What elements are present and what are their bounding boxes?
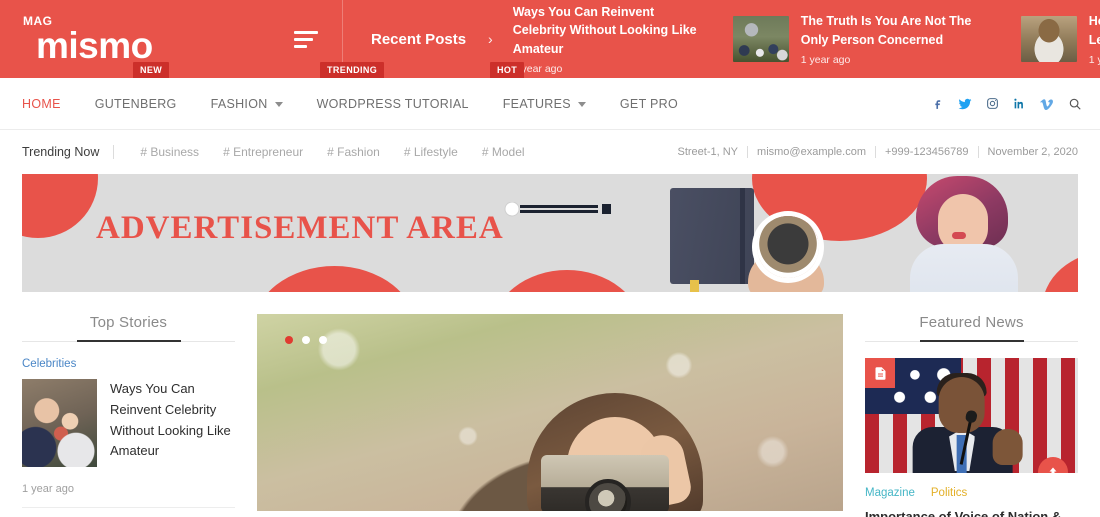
meta-email[interactable]: mismo@example.com	[747, 146, 875, 158]
featured-news-title: Featured News	[919, 314, 1024, 331]
advertisement-banner[interactable]: ADVERTISEMENT AREA	[22, 174, 1078, 292]
slider-dot-2[interactable]	[302, 336, 310, 344]
featured-news-categories: Magazine Politics	[865, 487, 1078, 499]
nav-badge-new: NEW	[133, 62, 170, 83]
notebook-illustration	[670, 188, 754, 292]
nav-item-fashion[interactable]: FASHION	[194, 97, 300, 111]
facebook-icon[interactable]	[931, 97, 944, 110]
story-category[interactable]: Celebrities	[22, 358, 235, 370]
nav-item-label: GUTENBERG	[94, 96, 177, 111]
top-stories-column: Top Stories Celebrities Ways You Can Rei…	[22, 314, 235, 517]
story-time: 1 year ago	[22, 483, 235, 508]
ad-decor-circle	[22, 174, 98, 238]
slider-dot-3[interactable]	[319, 336, 327, 344]
ticker-item-title: How I Improve… In One Easy Le…	[1088, 14, 1100, 47]
speaker-photo	[909, 373, 1024, 473]
list-item[interactable]: Celebrities Ways You Can Reinvent Celebr…	[22, 358, 235, 508]
logo-main-text: mismo	[36, 24, 153, 66]
trending-tag-fashion[interactable]: # Fashion	[315, 145, 392, 159]
social-links	[931, 97, 1082, 111]
ticker-item[interactable]: The Truth Is You Are Not The Only Person…	[732, 0, 1021, 78]
meta-phone: +999-123456789	[875, 146, 978, 158]
ad-decor-circle	[1042, 252, 1078, 292]
category-politics[interactable]: Politics	[931, 487, 967, 499]
ticker-item[interactable]: Ways You Can Reinvent Celebrity Without …	[513, 0, 733, 78]
nav-item-label: WORDPRESS TUTORIAL	[316, 96, 469, 111]
featured-news-header: Featured News	[865, 314, 1078, 342]
model-photo	[908, 174, 1020, 292]
nav-item-wordpress-tutorial[interactable]: WORDPRESS TUTORIAL	[300, 97, 486, 111]
trending-tag-model[interactable]: # Model	[470, 145, 537, 159]
hamburger-icon[interactable]	[294, 30, 318, 48]
nav-items: HOME GUTENBERG FASHION WORDPRESS TUTORIA…	[22, 97, 695, 111]
top-stories-list: Celebrities Ways You Can Reinvent Celebr…	[22, 358, 235, 508]
trending-tag-lifestyle[interactable]: # Lifestyle	[392, 145, 470, 159]
vimeo-icon[interactable]	[1040, 97, 1054, 111]
header-meta-info: Street-1, NY mismo@example.com +999-1234…	[669, 146, 1078, 158]
top-stories-title: Top Stories	[89, 314, 168, 331]
story-title[interactable]: Ways You Can Reinvent Celebrity Without …	[110, 379, 235, 467]
ticker-item-time: 1 year ago	[800, 53, 851, 66]
chevron-down-icon	[274, 102, 283, 107]
pen-icon	[502, 201, 622, 218]
recent-posts-label: Recent Posts ›	[343, 31, 513, 48]
recent-posts-ticker: Ways You Can Reinvent Celebrity Without …	[513, 0, 1100, 78]
story-thumbnail	[22, 379, 97, 467]
nav-item-home[interactable]: HOME	[22, 97, 78, 111]
ad-decor-circle	[252, 266, 417, 292]
meta-address: Street-1, NY	[677, 146, 739, 158]
linkedin-icon[interactable]	[1013, 97, 1026, 110]
trending-now-label: Trending Now	[22, 145, 115, 159]
advertisement-title: ADVERTISEMENT AREA	[96, 210, 504, 246]
trending-tags: # Business # Entrepreneur # Fashion # Li…	[128, 145, 536, 159]
featured-news-column: Featured News Magazine Politics Importan…	[865, 314, 1078, 517]
trending-tag-entrepreneur[interactable]: # Entrepreneur	[211, 145, 315, 159]
hero-slider[interactable]	[257, 314, 843, 511]
ticker-item-time: 1 year ago	[512, 62, 563, 75]
nav-item-label: HOME	[22, 96, 61, 111]
ticker-thumbnail	[732, 16, 789, 62]
slider-dots	[285, 336, 327, 344]
nav-item-get-pro[interactable]: GET PRO	[603, 97, 695, 111]
featured-news-item[interactable]: Magazine Politics Importance of Voice of…	[865, 358, 1078, 517]
meta-date: November 2, 2020	[977, 146, 1078, 158]
nav-item-gutenberg[interactable]: GUTENBERG	[78, 97, 194, 111]
ticker-item-title: The Truth Is You Are Not The Only Person…	[800, 14, 972, 47]
featured-slider-column	[257, 314, 843, 517]
ad-decor-circle	[492, 270, 642, 292]
scroll-to-top-button[interactable]	[1038, 457, 1068, 473]
ticker-item-time: 1 year ago	[1088, 53, 1100, 66]
twitter-icon[interactable]	[958, 97, 972, 111]
featured-news-headline[interactable]: Importance of Voice of Nation & Voice Of	[865, 507, 1078, 517]
main-navigation: NEW TRENDING HOT HOME GUTENBERG FASHION …	[0, 62, 1100, 130]
top-stories-header: Top Stories	[22, 314, 235, 342]
nav-item-label: GET PRO	[619, 96, 679, 111]
ticker-item[interactable]: How I Improve… In One Easy Le… 1 year ag…	[1020, 0, 1100, 78]
recent-posts-text: Recent Posts	[371, 30, 467, 48]
ticker-thumbnail	[1020, 16, 1077, 62]
slider-image	[526, 387, 717, 511]
slider-dot-1[interactable]	[285, 336, 293, 344]
category-magazine[interactable]: Magazine	[865, 487, 915, 499]
featured-news-image	[865, 358, 1078, 473]
search-icon[interactable]	[1068, 97, 1082, 111]
nav-badge-trending: TRENDING	[320, 62, 385, 83]
instagram-icon[interactable]	[986, 97, 999, 110]
nav-item-label: FASHION	[210, 96, 268, 111]
chevron-down-icon	[577, 102, 586, 107]
main-content: Top Stories Celebrities Ways You Can Rei…	[0, 292, 1100, 517]
nav-item-features[interactable]: FEATURES	[486, 97, 603, 111]
nav-badge-hot: HOT	[490, 62, 525, 83]
chevron-right-icon[interactable]: ›	[488, 31, 493, 47]
document-icon	[865, 358, 895, 388]
coffee-cup-illustration	[757, 216, 819, 278]
trending-bar: Trending Now # Business # Entrepreneur #…	[0, 130, 1100, 174]
ticker-item-title: Ways You Can Reinvent Celebrity Without …	[512, 5, 697, 56]
nav-item-label: FEATURES	[502, 96, 571, 111]
site-logo[interactable]: MAG mismo	[0, 15, 270, 66]
trending-tag-business[interactable]: # Business	[128, 145, 211, 159]
advertisement-section: ADVERTISEMENT AREA	[0, 174, 1100, 292]
